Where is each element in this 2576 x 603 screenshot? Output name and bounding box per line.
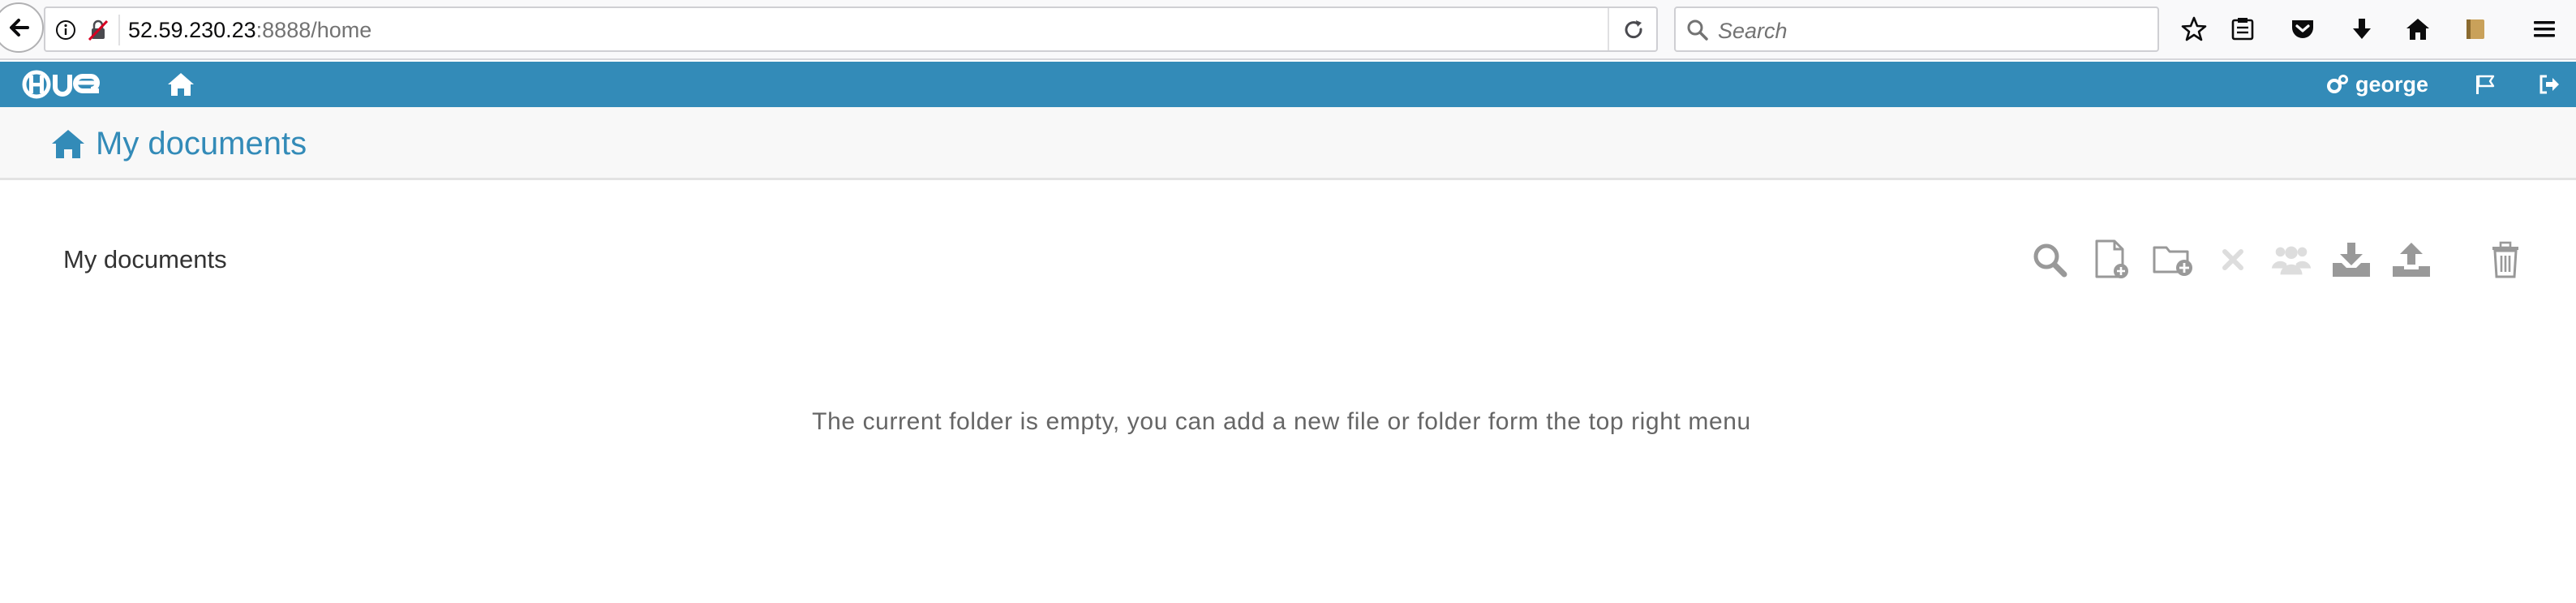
browser-search-field[interactable]: Search bbox=[1674, 6, 2159, 52]
menu-button[interactable] bbox=[2529, 14, 2560, 45]
url-text[interactable]: 52.59.230.23:8888/home bbox=[128, 18, 371, 42]
cogs-icon bbox=[2327, 75, 2348, 93]
new-folder-button[interactable] bbox=[2151, 238, 2195, 282]
insecure-connection-icon[interactable] bbox=[86, 18, 110, 42]
users-icon bbox=[2271, 246, 2312, 275]
username: george bbox=[2355, 71, 2429, 97]
user-menu[interactable]: george bbox=[2326, 70, 2428, 99]
home-icon bbox=[52, 130, 84, 158]
section-title: My documents bbox=[63, 245, 227, 274]
download-arrow-icon bbox=[2353, 19, 2371, 39]
page-title: My documents bbox=[96, 126, 307, 162]
export-button[interactable] bbox=[2329, 238, 2373, 282]
search-icon bbox=[2033, 243, 2067, 278]
upload-icon bbox=[2393, 243, 2430, 277]
url-path: :8888/home bbox=[255, 18, 372, 42]
back-arrow-icon bbox=[10, 19, 29, 37]
trash-icon bbox=[2492, 241, 2518, 278]
downloads-button[interactable] bbox=[2346, 14, 2377, 45]
star-icon bbox=[2181, 16, 2207, 41]
share-button[interactable] bbox=[2269, 238, 2313, 282]
home-icon bbox=[2406, 19, 2429, 40]
download-icon bbox=[2333, 243, 2370, 277]
search-icon bbox=[1687, 19, 1708, 41]
book-extension-icon bbox=[2467, 19, 2484, 39]
browser-toolbar: 52.59.230.23:8888/home Search bbox=[0, 0, 2576, 60]
reload-icon[interactable] bbox=[1622, 18, 1646, 42]
flag-icon[interactable] bbox=[2474, 73, 2497, 96]
url-host: 52.59.230.23 bbox=[128, 18, 256, 42]
bookmark-star-button[interactable] bbox=[2179, 14, 2209, 45]
hue-navbar: george bbox=[0, 62, 2576, 107]
info-icon[interactable] bbox=[55, 19, 76, 41]
page-title-link[interactable]: My documents bbox=[50, 125, 307, 162]
sign-out-icon[interactable] bbox=[2537, 73, 2561, 96]
library-icon bbox=[2231, 18, 2254, 41]
browser-home-button[interactable] bbox=[2402, 14, 2433, 45]
hue-logo[interactable] bbox=[21, 69, 114, 100]
reload-divider bbox=[1608, 8, 1609, 50]
new-folder-icon bbox=[2153, 246, 2192, 276]
hamburger-menu-icon bbox=[2534, 21, 2555, 37]
search-documents-button[interactable] bbox=[2028, 238, 2072, 282]
extension-button[interactable] bbox=[2459, 14, 2490, 45]
back-button[interactable] bbox=[0, 2, 44, 53]
page-header: My documents bbox=[0, 107, 2576, 180]
empty-folder-message: The current folder is empty, you can add… bbox=[812, 408, 1751, 435]
import-button[interactable] bbox=[2389, 238, 2433, 282]
pocket-icon bbox=[2292, 20, 2313, 38]
new-document-button[interactable] bbox=[2089, 238, 2133, 282]
new-file-icon bbox=[2095, 239, 2128, 278]
reading-list-button[interactable] bbox=[2227, 14, 2258, 45]
delete-button[interactable] bbox=[2211, 238, 2255, 282]
hue-home-icon[interactable] bbox=[167, 71, 195, 97]
close-icon bbox=[2222, 249, 2243, 270]
pocket-button[interactable] bbox=[2287, 14, 2318, 45]
url-divider bbox=[118, 15, 120, 45]
address-bar[interactable]: 52.59.230.23:8888/home bbox=[44, 6, 1658, 52]
trash-button[interactable] bbox=[2484, 238, 2527, 282]
search-placeholder: Search bbox=[1718, 19, 1788, 43]
